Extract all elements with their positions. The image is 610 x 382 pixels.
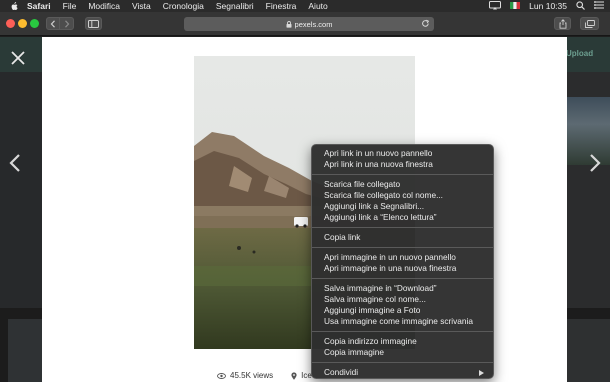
map-pin-icon xyxy=(291,371,297,380)
menu-bar-clock[interactable]: Lun 10:35 xyxy=(529,1,567,11)
web-page: Upload 45.5K views Ice xyxy=(0,37,610,382)
forward-button[interactable] xyxy=(60,17,74,30)
menu-item-use-image-as-desktop[interactable]: Usa immagine come immagine scrivania xyxy=(312,316,493,327)
flag-icon[interactable] xyxy=(510,1,521,11)
menu-item-open-image-new-tab[interactable]: Apri immagine in un nuovo pannello xyxy=(312,252,493,263)
menu-item-save-image-to-downloads[interactable]: Salva immagine in “Download” xyxy=(312,283,493,294)
menu-separator xyxy=(312,361,493,363)
views-count: 45.5K views xyxy=(230,371,274,380)
background-photo-tile xyxy=(8,319,42,382)
menu-vista[interactable]: Vista xyxy=(132,0,151,12)
background-photo-tile xyxy=(0,72,42,308)
chevron-left-icon xyxy=(50,19,55,28)
address-bar[interactable]: pexels.com xyxy=(184,17,434,31)
share-icon xyxy=(559,18,566,29)
reload-icon[interactable] xyxy=(421,19,430,28)
menu-cronologia[interactable]: Cronologia xyxy=(163,0,204,12)
sidebar-toggle-button[interactable] xyxy=(85,17,102,30)
menu-item-download-linked-file[interactable]: Scarica file collegato xyxy=(312,179,493,190)
menu-file[interactable]: File xyxy=(63,0,77,12)
back-button[interactable] xyxy=(46,17,60,30)
menu-separator xyxy=(312,246,493,248)
menu-separator xyxy=(312,277,493,279)
window-close-button[interactable] xyxy=(6,19,15,28)
menu-item-share[interactable]: Condividi xyxy=(312,367,493,378)
chevron-right-icon[interactable] xyxy=(589,153,601,173)
chevron-left-icon[interactable] xyxy=(9,153,21,173)
upload-button[interactable]: Upload xyxy=(566,49,593,58)
eye-icon xyxy=(217,372,226,379)
menu-item-add-link-to-bookmarks[interactable]: Aggiungi link a Segnalibri... xyxy=(312,201,493,212)
context-menu: Apri link in un nuovo pannello Apri link… xyxy=(311,144,494,379)
tabs-icon xyxy=(584,19,595,28)
tab-overview-button[interactable] xyxy=(580,17,599,30)
menu-modifica[interactable]: Modifica xyxy=(88,0,120,12)
menu-aiuto[interactable]: Aiuto xyxy=(308,0,327,12)
close-icon[interactable] xyxy=(11,51,25,65)
menu-item-copy-image-address[interactable]: Copia indirizzo immagine xyxy=(312,336,493,347)
macos-menu-bar: Safari File Modifica Vista Cronologia Se… xyxy=(0,0,610,12)
browser-toolbar: pexels.com xyxy=(0,12,610,36)
menu-item-add-image-to-photos[interactable]: Aggiungi immagine a Foto xyxy=(312,305,493,316)
apple-logo-icon[interactable] xyxy=(9,1,19,11)
menu-item-add-link-to-reading-list[interactable]: Aggiungi link a “Elenco lettura” xyxy=(312,212,493,223)
spotlight-search-icon[interactable] xyxy=(576,0,585,12)
photo-location[interactable]: Ice xyxy=(291,371,312,380)
photo-stats: 45.5K views Ice xyxy=(217,371,312,380)
menu-item-open-image-new-window[interactable]: Apri immagine in una nuova finestra xyxy=(312,263,493,274)
menu-segnalibri[interactable]: Segnalibri xyxy=(216,0,254,12)
address-bar-url: pexels.com xyxy=(294,19,333,29)
menu-bar-extras: Lun 10:35 xyxy=(489,0,604,12)
background-photo-tile xyxy=(567,319,610,382)
menu-item-open-link-new-window[interactable]: Apri link in una nuova finestra xyxy=(312,159,493,170)
sidebar-icon xyxy=(88,19,99,28)
menu-separator xyxy=(312,330,493,332)
share-button[interactable] xyxy=(554,17,571,30)
display-mirroring-icon[interactable] xyxy=(489,0,502,12)
menu-item-share-label: Condividi xyxy=(324,366,359,377)
menu-item-save-image-as[interactable]: Salva immagine col nome... xyxy=(312,294,493,305)
control-center-icon[interactable] xyxy=(594,1,604,11)
menu-item-copy-link[interactable]: Copia link xyxy=(312,232,493,243)
lock-icon xyxy=(286,20,292,28)
window-zoom-button[interactable] xyxy=(30,19,39,28)
menu-item-open-link-new-tab[interactable]: Apri link in un nuovo pannello xyxy=(312,148,493,159)
menu-separator xyxy=(312,227,493,229)
menu-finestra[interactable]: Finestra xyxy=(266,0,297,12)
chevron-right-icon xyxy=(64,19,69,28)
submenu-arrow-icon xyxy=(479,369,484,376)
menu-item-download-linked-file-as[interactable]: Scarica file collegato col nome... xyxy=(312,190,493,201)
history-nav xyxy=(46,17,74,30)
menu-item-copy-image[interactable]: Copia immagine xyxy=(312,347,493,358)
window-minimize-button[interactable] xyxy=(18,19,27,28)
menu-safari[interactable]: Safari xyxy=(27,0,51,12)
menu-separator xyxy=(312,173,493,175)
